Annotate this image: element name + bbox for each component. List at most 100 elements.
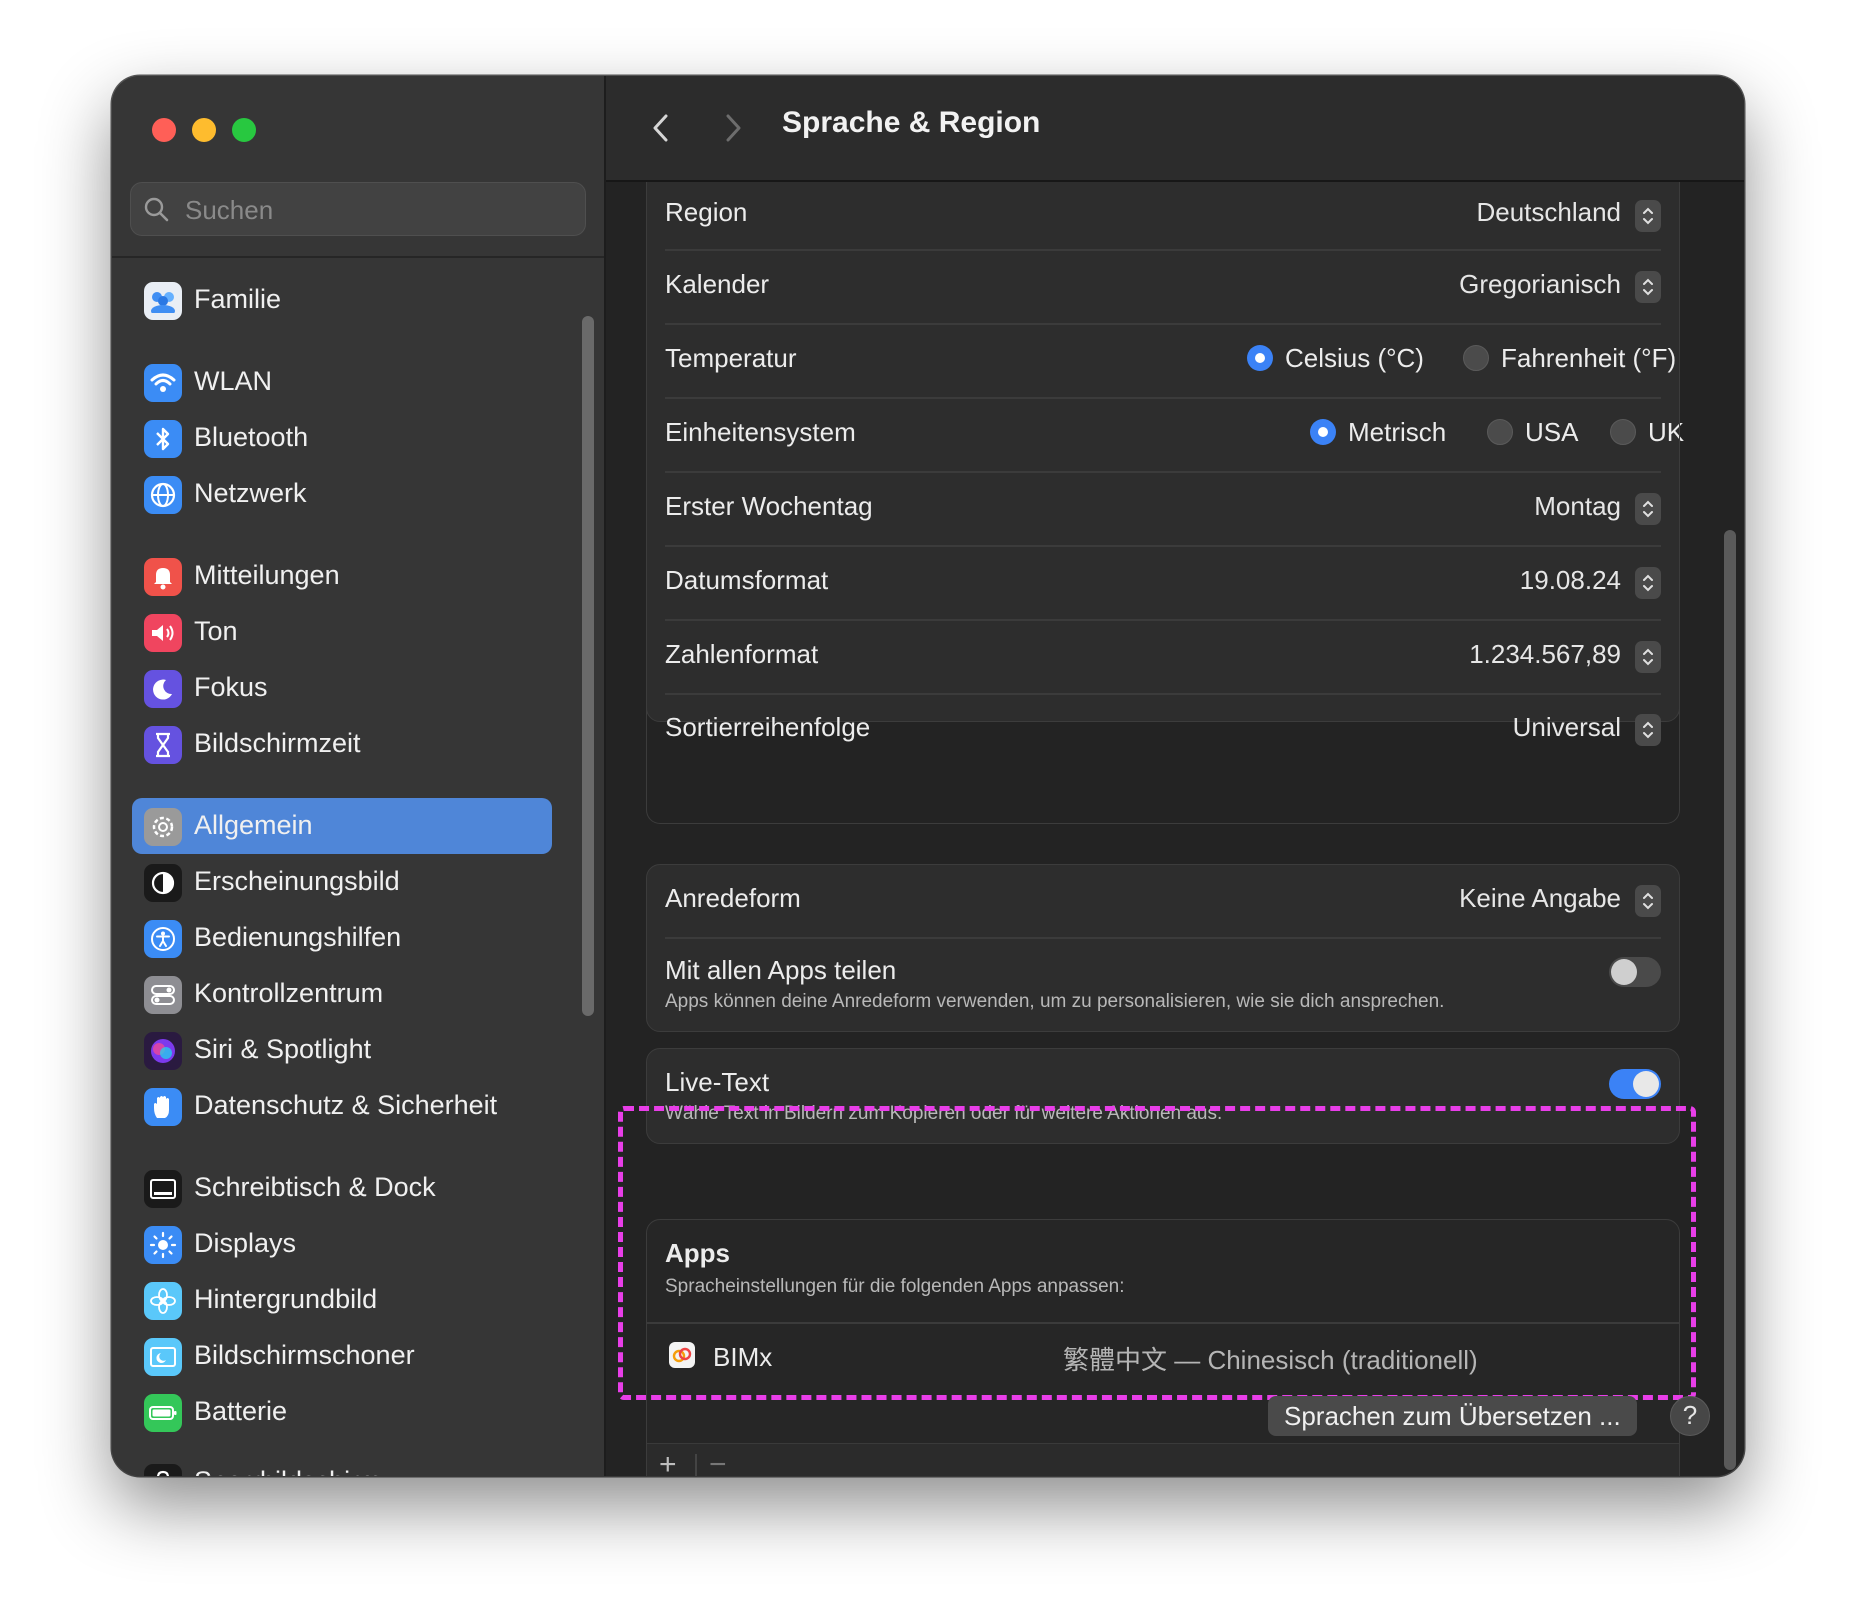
sort-order-popup-chevrons-icon[interactable]: [1635, 714, 1661, 746]
lock-icon: [144, 1464, 182, 1476]
sidebar-item-allgemein[interactable]: Allgemein: [132, 798, 552, 854]
apps-group: Apps Spracheinstellungen für die folgend…: [646, 1219, 1680, 1476]
sidebar-item-label: Bedienungshilfen: [194, 922, 402, 952]
footer-divider: [695, 1454, 697, 1476]
sidebar-item-label: Siri & Spotlight: [194, 1034, 372, 1064]
search-placeholder: Suchen: [185, 195, 274, 225]
sidebar-item-ton[interactable]: Ton: [132, 604, 552, 660]
settings-window: Suchen Familie WLAN Bluetooth Netzwerk M…: [112, 76, 1744, 1476]
accessibility-icon: [144, 920, 182, 958]
sidebar-item-label: Fokus: [194, 672, 268, 702]
row-divider: [665, 937, 1661, 939]
sidebar-item-label: Datenschutz & Sicherheit: [194, 1090, 498, 1120]
search-field[interactable]: Suchen: [130, 182, 586, 236]
share-all-apps-toggle[interactable]: [1609, 957, 1661, 987]
main-pane: Sprache & Region Region Deutschland Kale…: [606, 76, 1744, 1476]
sidebar-item-hintergrundbild[interactable]: Hintergrundbild: [132, 1272, 552, 1328]
forward-chevron-icon[interactable]: [718, 110, 748, 146]
address-form-group: Anredeform Keine Angabe Mit allen Apps t…: [646, 864, 1680, 1032]
apps-list-footer: + −: [647, 1443, 1679, 1476]
moon-icon: [144, 670, 182, 708]
sidebar-item-batterie[interactable]: Batterie: [132, 1384, 552, 1440]
battery-icon: [144, 1394, 182, 1432]
toggles-icon: [144, 976, 182, 1014]
siri-icon: [144, 1032, 182, 1070]
search-icon: [144, 197, 169, 222]
sidebar-item-siri-spotlight[interactable]: Siri & Spotlight: [132, 1022, 552, 1078]
sidebar-item-bildschirmzeit[interactable]: Bildschirmzeit: [132, 716, 552, 772]
row-divider: [647, 1322, 1679, 1324]
back-chevron-icon[interactable]: [646, 110, 676, 146]
sidebar-item-mitteilungen[interactable]: Mitteilungen: [132, 548, 552, 604]
address-form-popup-chevrons-icon[interactable]: [1635, 885, 1661, 917]
sidebar-item-displays[interactable]: Displays: [132, 1216, 552, 1272]
sidebar-item-wlan[interactable]: WLAN: [132, 354, 552, 410]
live-text-toggle[interactable]: [1609, 1069, 1661, 1099]
flower-icon: [144, 1282, 182, 1320]
minimize-button[interactable]: [192, 118, 216, 142]
sidebar-item-label: Kontrollzentrum: [194, 978, 384, 1008]
screensaver-icon: [144, 1338, 182, 1376]
sidebar-item-schreibtisch-dock[interactable]: Schreibtisch & Dock: [132, 1160, 552, 1216]
address-form-label: Anredeform: [665, 883, 801, 913]
sort-order-value[interactable]: Universal: [1513, 712, 1621, 743]
app-language[interactable]: 繁體中文 — Chinesisch (traditionell): [1063, 1340, 1478, 1377]
address-form-value[interactable]: Keine Angabe: [1459, 883, 1621, 914]
window-controls: [152, 118, 256, 142]
address-form-row: Anredeform Keine Angabe: [665, 865, 1661, 935]
bell-icon: [144, 558, 182, 596]
sidebar-item-label: Bildschirmzeit: [194, 728, 361, 758]
hourglass-icon: [144, 726, 182, 764]
remove-app-button[interactable]: −: [709, 1448, 727, 1476]
add-app-button[interactable]: +: [659, 1448, 677, 1476]
share-all-apps-description: Apps können deine Anredeform verwenden, …: [665, 991, 1445, 1012]
live-text-group: Live-Text Wähle Text in Bildern zum Kopi…: [646, 1048, 1680, 1144]
sidebar-item-label: Allgemein: [194, 810, 313, 840]
sidebar-item-label: Erscheinungsbild: [194, 866, 400, 896]
dock-icon: [144, 1170, 182, 1208]
sidebar-item-bildschirmschoner[interactable]: Bildschirmschoner: [132, 1328, 552, 1384]
close-button[interactable]: [152, 118, 176, 142]
live-text-label: Live-Text: [665, 1067, 770, 1097]
apps-header: Apps Spracheinstellungen für die folgend…: [665, 1220, 1661, 1320]
help-button[interactable]: ?: [1670, 1396, 1710, 1436]
translation-languages-button[interactable]: Sprachen zum Übersetzen ...: [1268, 1396, 1637, 1436]
sidebar: Suchen Familie WLAN Bluetooth Netzwerk M…: [112, 76, 606, 1476]
apps-subtitle: Spracheinstellungen für die folgenden Ap…: [665, 1276, 1125, 1297]
sidebar-item-label: Bildschirmschoner: [194, 1340, 415, 1370]
settings-content: Region Deutschland Kalender Gregorianisc…: [606, 182, 1744, 1476]
share-all-apps-row: Mit allen Apps teilen Apps können deine …: [665, 941, 1661, 1031]
sidebar-scrollbar[interactable]: [582, 316, 594, 1016]
speaker-icon: [144, 614, 182, 652]
zoom-button[interactable]: [232, 118, 256, 142]
sidebar-item-label: Hintergrundbild: [194, 1284, 378, 1314]
sidebar-item-sperrbildschirm[interactable]: Sperrbildschirm: [132, 1454, 552, 1476]
main-scrollbar[interactable]: [1724, 530, 1736, 1470]
bimx-app-icon: [669, 1342, 695, 1368]
live-text-row: Live-Text Wähle Text in Bildern zum Kopi…: [665, 1049, 1661, 1143]
sidebar-item-label: Ton: [194, 616, 238, 646]
sidebar-item-datenschutz[interactable]: Datenschutz & Sicherheit: [132, 1078, 552, 1134]
sidebar-list: Familie WLAN Bluetooth Netzwerk Mitteilu…: [112, 258, 604, 1476]
sidebar-item-familie[interactable]: Familie: [132, 272, 552, 328]
sort-order-row: Sortierreihenfolge Universal: [665, 696, 1661, 760]
sidebar-item-label: Batterie: [194, 1396, 288, 1426]
sidebar-item-bedienungshilfen[interactable]: Bedienungshilfen: [132, 910, 552, 966]
sidebar-item-kontrollzentrum[interactable]: Kontrollzentrum: [132, 966, 552, 1022]
sidebar-item-erscheinungsbild[interactable]: Erscheinungsbild: [132, 854, 552, 910]
sidebar-item-label: Familie: [194, 284, 282, 314]
live-text-description: Wähle Text in Bildern zum Kopieren oder …: [665, 1103, 1223, 1124]
page-title: Sprache & Region: [782, 106, 1041, 139]
sidebar-item-netzwerk[interactable]: Netzwerk: [132, 466, 552, 522]
sidebar-item-label: WLAN: [194, 366, 273, 396]
appearance-icon: [144, 864, 182, 902]
gear-icon: [144, 808, 182, 846]
apps-title: Apps: [665, 1238, 730, 1268]
sun-icon: [144, 1226, 182, 1264]
sidebar-item-fokus[interactable]: Fokus: [132, 660, 552, 716]
sidebar-item-bluetooth[interactable]: Bluetooth: [132, 410, 552, 466]
toolbar: Sprache & Region: [606, 76, 1744, 182]
region-settings-group-frame: Sortierreihenfolge Universal: [646, 182, 1680, 824]
bluetooth-icon: [144, 420, 182, 458]
app-list-item[interactable]: BIMx 繁體中文 — Chinesisch (traditionell): [665, 1326, 1661, 1386]
